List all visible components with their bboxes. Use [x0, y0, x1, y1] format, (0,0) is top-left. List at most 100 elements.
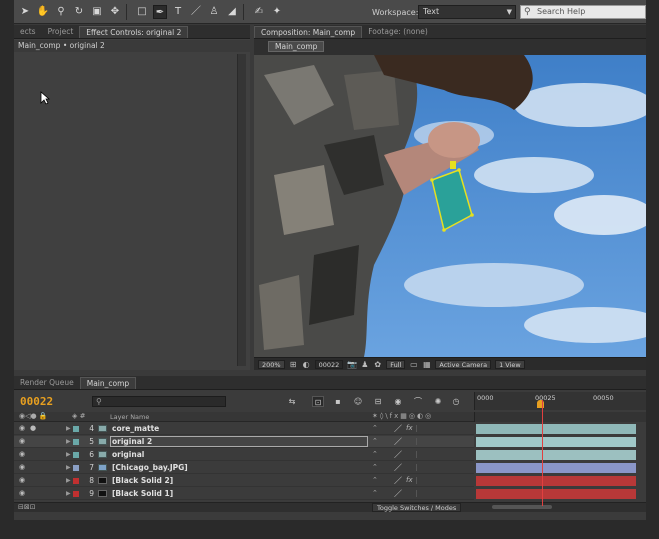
layer-name[interactable]: [Chicago_bay.JPG] [112, 462, 188, 473]
quality-switch-icon[interactable]: ／ [394, 436, 402, 447]
label-color-swatch[interactable] [73, 452, 79, 458]
grid-icon[interactable]: ⊞ [289, 360, 298, 369]
footer-toggle-icons[interactable]: ⊟⊠⊡ [18, 503, 36, 511]
label-color-swatch[interactable] [73, 439, 79, 445]
layer-duration-bar[interactable] [476, 476, 636, 486]
type-tool-icon[interactable]: T [171, 5, 185, 19]
workspace-select[interactable]: Text ▼ [418, 5, 516, 19]
quality-switch-icon[interactable]: ／ [394, 423, 402, 434]
layer-name[interactable]: original 2 [112, 436, 152, 447]
layer-duration-bar[interactable] [476, 463, 636, 473]
quality-switch-icon[interactable]: ／ [394, 449, 402, 460]
toggle-switches-modes-button[interactable]: Toggle Switches / Modes [372, 503, 462, 512]
puppet-tool-icon[interactable]: ✦ [270, 5, 284, 19]
layer-name-header[interactable]: Layer Name [110, 413, 149, 421]
tab-effect-controls[interactable]: Effect Controls: original 2 [79, 26, 189, 38]
switch-boxes[interactable] [416, 464, 470, 471]
expand-arrow-icon[interactable]: ▶ [66, 436, 71, 447]
draft-3d-icon[interactable]: ▪ [332, 396, 344, 407]
shy-switch-icon[interactable]: ⌃ [372, 449, 378, 460]
current-time-display[interactable]: 00022 [314, 359, 344, 369]
camera-tool-icon[interactable]: ▣ [90, 5, 104, 19]
quality-switch-icon[interactable]: ／ [394, 475, 402, 486]
fx-switch-icon[interactable]: fx [406, 423, 413, 434]
rotate-tool-icon[interactable]: ↻ [72, 5, 86, 19]
frame-blending-icon[interactable]: ⊟ [372, 396, 384, 407]
show-snapshot-icon[interactable]: ♟ [360, 360, 369, 369]
eye-icon[interactable]: ◉ [19, 488, 25, 499]
layer-duration-bar[interactable] [476, 489, 636, 499]
region-of-interest-icon[interactable]: ▭ [409, 360, 418, 369]
timeline-current-time[interactable]: 00022 [20, 395, 53, 408]
solo-icon[interactable]: ● [30, 423, 36, 434]
layer-row-selected[interactable]: ◉ ▶ 5 original 2 ⌃ ／ [14, 436, 474, 448]
shy-switch-icon[interactable]: ⌃ [372, 488, 378, 499]
layer-row[interactable]: ◉ ▶ 7 [Chicago_bay.JPG] ⌃ ／ [14, 462, 474, 474]
tab-footage[interactable]: Footage: (none) [362, 26, 434, 38]
comp-mini-flowchart-icon[interactable]: ⇆ [286, 396, 298, 407]
expand-arrow-icon[interactable]: ▶ [66, 449, 71, 460]
switch-boxes[interactable] [416, 477, 470, 484]
tab-composition[interactable]: Composition: Main_comp [254, 26, 363, 38]
label-color-swatch[interactable] [73, 478, 79, 484]
switch-boxes[interactable] [416, 451, 470, 458]
pan-behind-tool-icon[interactable]: ✥ [108, 5, 122, 19]
motion-blur-icon[interactable]: ◉ [392, 396, 404, 407]
eye-icon[interactable]: ◉ [19, 436, 25, 447]
magnification-select[interactable]: 200% [258, 359, 285, 369]
tab-effects[interactable]: ects [14, 26, 42, 38]
tab-main-comp[interactable]: Main_comp [79, 377, 137, 389]
layer-row[interactable]: ◉ ● ▶ 4 core_matte ⌃ ／ fx [14, 423, 474, 435]
timeline-zoom-slider[interactable] [492, 505, 552, 509]
clone-stamp-tool-icon[interactable]: ♙ [207, 5, 221, 19]
eraser-tool-icon[interactable]: ◢ [225, 5, 239, 19]
label-color-swatch[interactable] [73, 491, 79, 497]
layer-row[interactable]: ◉ ▶ 6 original ⌃ ／ [14, 449, 474, 461]
zoom-tool-icon[interactable]: ⚲ [54, 5, 68, 19]
pen-tool-icon[interactable]: ✒ [153, 4, 167, 19]
view-layout-select[interactable]: 1 View [495, 359, 525, 369]
expand-arrow-icon[interactable]: ▶ [66, 475, 71, 486]
camera-select[interactable]: Active Camera [435, 359, 492, 369]
hand-tool-icon[interactable]: ✋ [36, 5, 50, 19]
layer-name[interactable]: [Black Solid 1] [112, 488, 173, 499]
label-color-swatch[interactable] [73, 465, 79, 471]
layer-row[interactable]: ◉ ▶ 9 [Black Solid 1] ⌃ ／ [14, 488, 474, 500]
layer-name[interactable]: [Black Solid 2] [112, 475, 173, 486]
layer-duration-bar[interactable] [476, 424, 636, 434]
channel-icon[interactable]: ✿ [373, 360, 382, 369]
fx-switch-icon[interactable]: fx [406, 475, 413, 486]
graph-editor-icon[interactable]: ⌒ [412, 396, 424, 407]
switch-boxes[interactable] [416, 438, 470, 445]
label-color-swatch[interactable] [73, 426, 79, 432]
layer-name[interactable]: core_matte [112, 423, 159, 434]
search-help-input[interactable]: ⚲ Search Help [520, 5, 646, 19]
layer-name[interactable]: original [112, 449, 144, 460]
timeline-search-input[interactable]: ⚲ [92, 396, 226, 407]
composition-viewer[interactable] [254, 55, 646, 357]
layer-duration-bar[interactable] [476, 437, 636, 447]
mask-visibility-icon[interactable]: ◐ [302, 360, 311, 369]
eye-icon[interactable]: ◉ [19, 462, 25, 473]
switch-boxes[interactable] [416, 425, 470, 432]
quality-switch-icon[interactable]: ／ [394, 462, 402, 473]
snapshot-icon[interactable]: 📷 [347, 360, 357, 369]
resolution-select[interactable]: Full [386, 359, 406, 369]
live-update-icon[interactable]: ⊡ [312, 396, 324, 407]
mask-tool-icon[interactable]: □ [135, 5, 149, 19]
roto-brush-tool-icon[interactable]: ✍ [252, 5, 266, 19]
effect-controls-scrollbar[interactable] [237, 54, 246, 366]
layer-row[interactable]: ◉ ▶ 8 [Black Solid 2] ⌃ ／ fx [14, 475, 474, 487]
shy-switch-icon[interactable]: ⌃ [372, 423, 378, 434]
brainstorm-icon[interactable]: ✺ [432, 396, 444, 407]
transparency-grid-icon[interactable]: ▦ [422, 360, 431, 369]
quality-switch-icon[interactable]: ／ [394, 488, 402, 499]
expand-arrow-icon[interactable]: ▶ [66, 488, 71, 499]
comp-subtab[interactable]: Main_comp [268, 41, 325, 52]
shy-switch-icon[interactable]: ⌃ [372, 475, 378, 486]
hide-shy-layers-icon[interactable]: ☺ [352, 396, 364, 407]
shy-switch-icon[interactable]: ⌃ [372, 462, 378, 473]
switch-boxes[interactable] [416, 490, 470, 497]
eye-icon[interactable]: ◉ [19, 449, 25, 460]
auto-keyframe-icon[interactable]: ◷ [450, 396, 462, 407]
